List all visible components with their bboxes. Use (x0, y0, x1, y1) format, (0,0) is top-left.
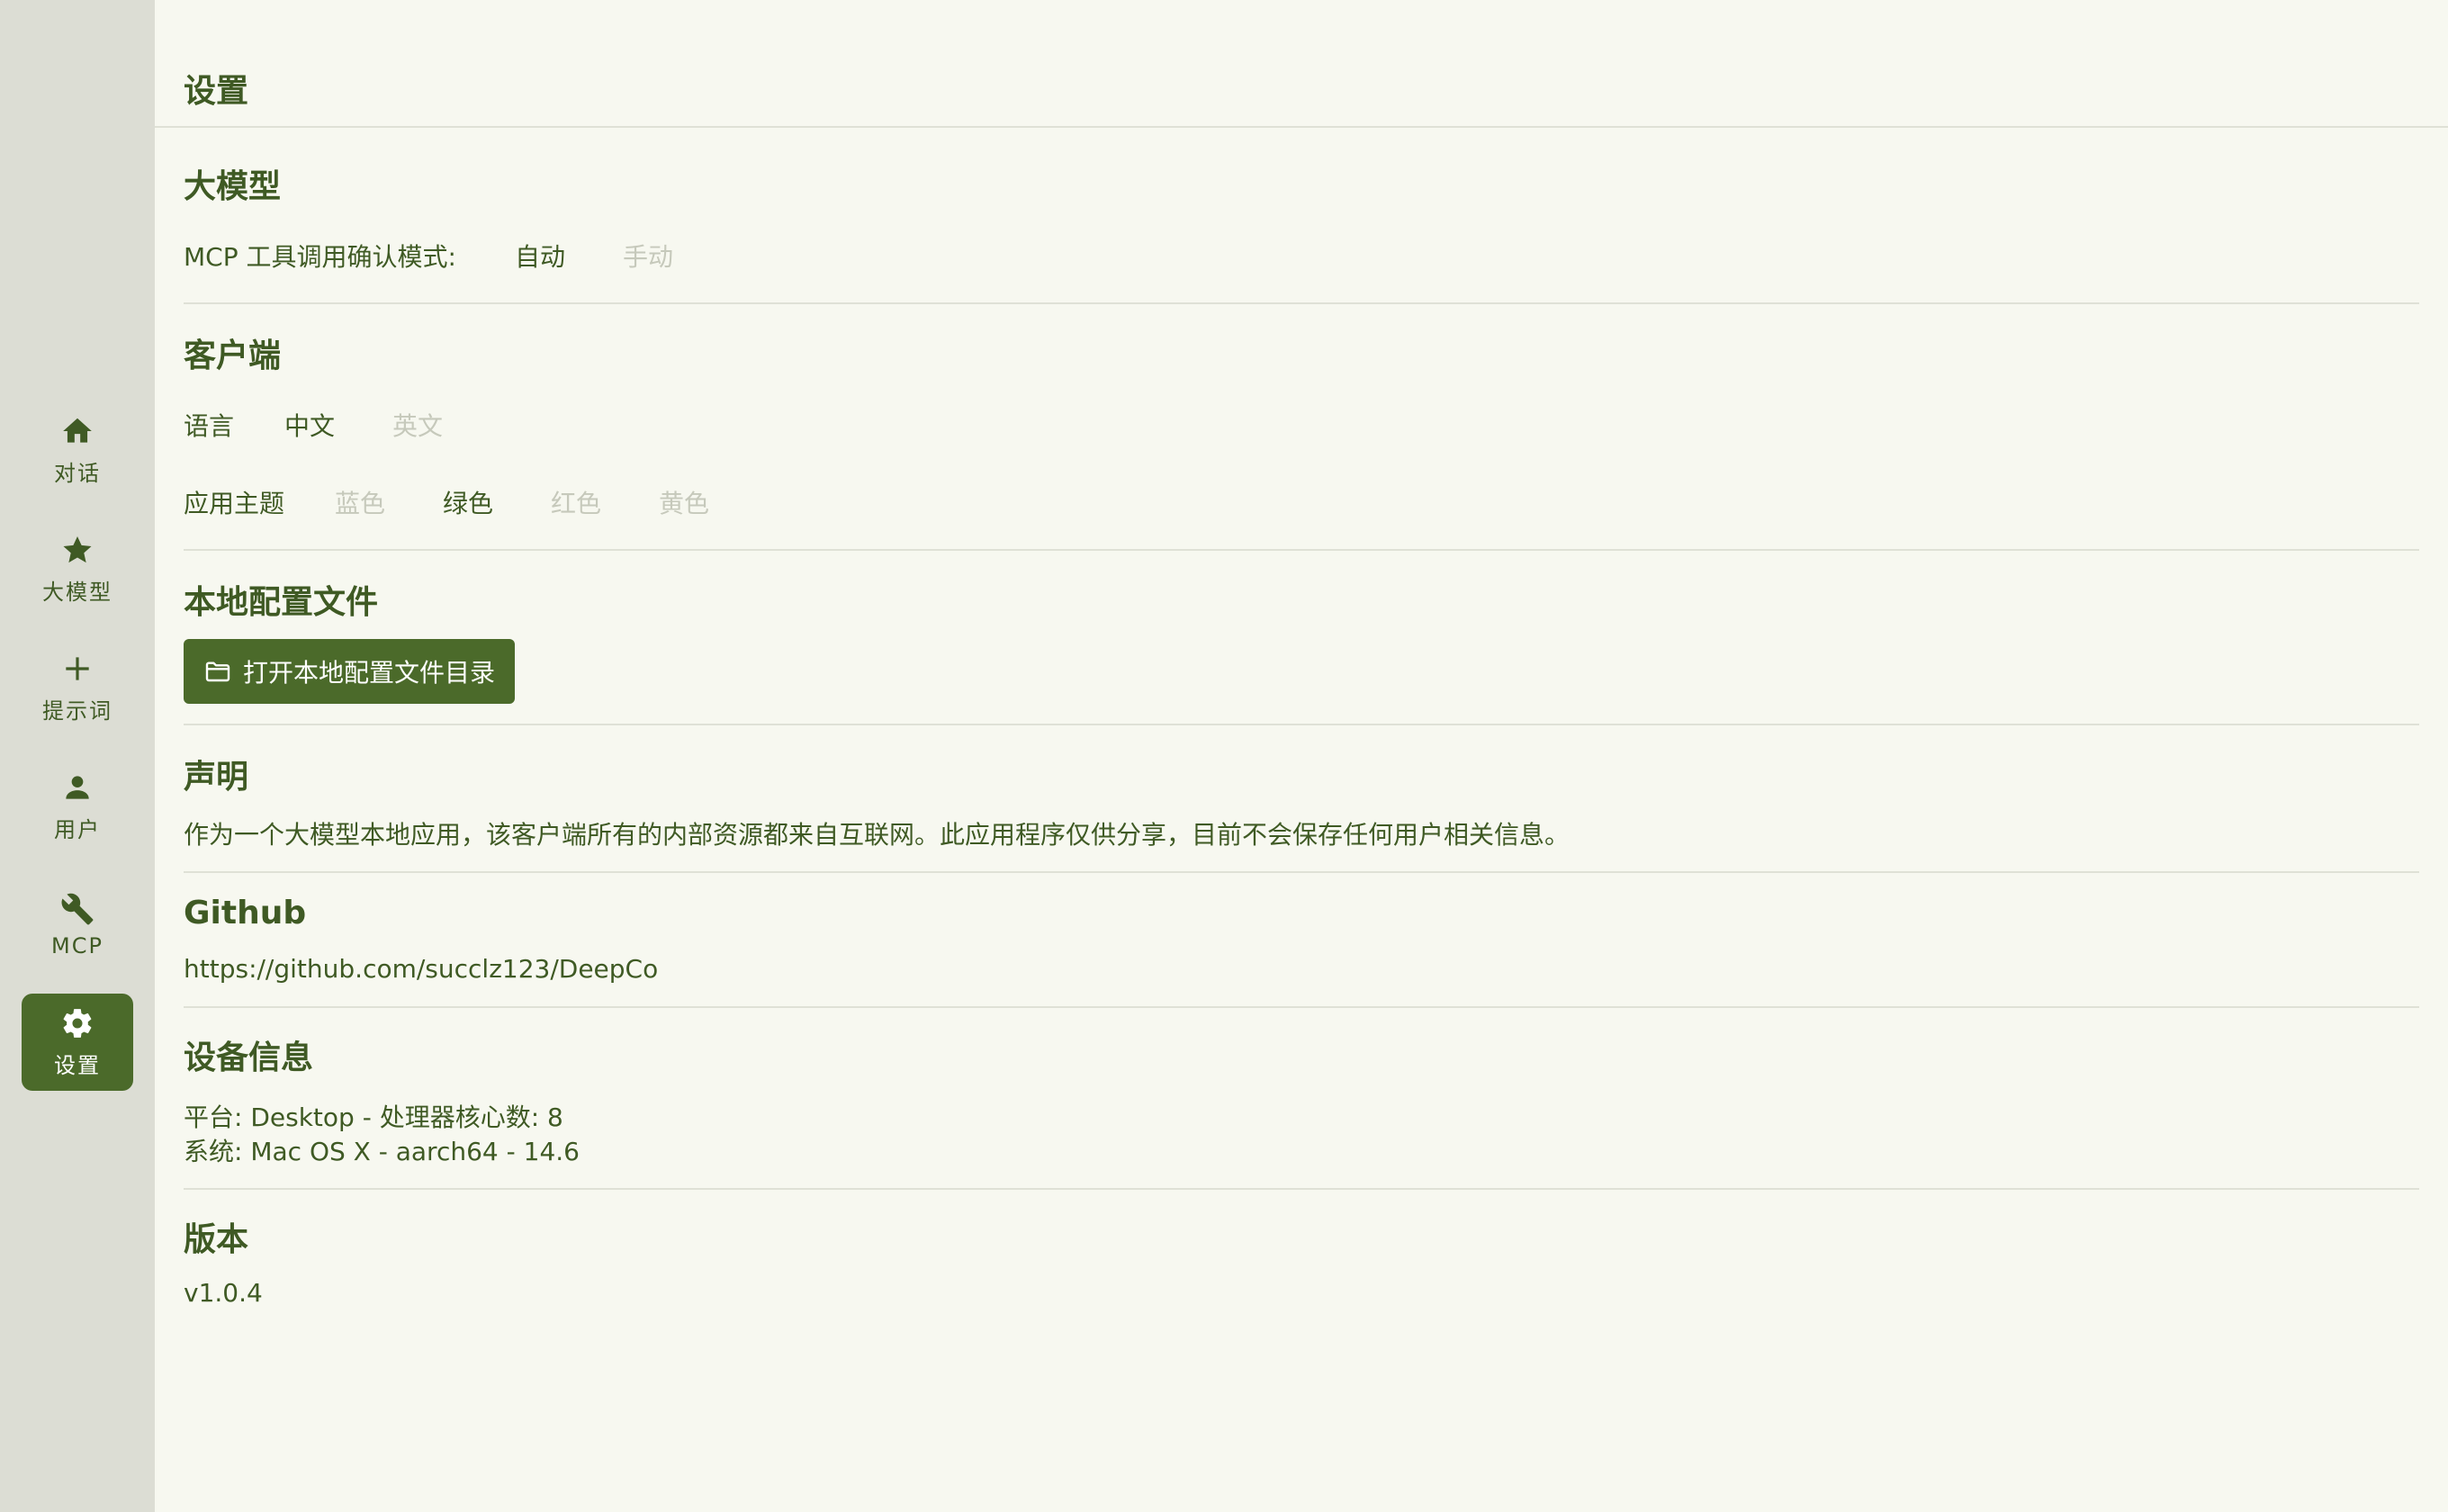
divider (184, 549, 2419, 551)
mcp-confirm-label: MCP 工具调用确认模式: (184, 242, 456, 272)
open-config-dir-button[interactable]: 打开本地配置文件目录 (184, 639, 515, 704)
theme-option-green[interactable]: 绿色 (443, 484, 493, 520)
divider (184, 724, 2419, 725)
settings-page: 设置 大模型 MCP 工具调用确认模式: 自动 手动 客户端 语言 中文 英文 … (155, 0, 2448, 1512)
sidebar-item-label: MCP (51, 933, 104, 958)
section-heading-device: 设备信息 (184, 1040, 314, 1076)
section-heading-statement: 声明 (184, 759, 249, 796)
sidebar-item-chat[interactable]: 对话 (22, 401, 133, 499)
sidebar-item-prompts[interactable]: 提示词 (22, 639, 133, 736)
section-heading-version: 版本 (184, 1221, 249, 1258)
section-heading-github: Github (184, 895, 307, 932)
divider (155, 126, 2448, 128)
divider (184, 871, 2419, 873)
app-window: 对话 大模型 提示词 用户 MCP 设置 设置 大模型 MCP 工具调用确认模式… (0, 0, 2448, 1512)
folder-icon (205, 662, 230, 682)
theme-label: 应用主题 (184, 489, 285, 518)
person-icon (66, 775, 89, 799)
plus-icon (66, 656, 89, 680)
section-heading-local-config: 本地配置文件 (184, 584, 379, 621)
sidebar-item-label: 对话 (54, 460, 101, 486)
star-icon (63, 536, 92, 562)
mcp-option-auto[interactable]: 自动 (515, 238, 565, 274)
gear-icon (63, 1008, 92, 1038)
sidebar-item-label: 设置 (54, 1052, 101, 1078)
theme-option-red[interactable]: 红色 (551, 484, 601, 520)
divider (184, 1006, 2419, 1008)
sidebar: 对话 大模型 提示词 用户 MCP 设置 (0, 0, 155, 1512)
language-option-chinese[interactable]: 中文 (284, 407, 335, 443)
language-label: 语言 (184, 411, 235, 441)
device-platform: 平台: Desktop - 处理器核心数: 8 (184, 1102, 563, 1132)
divider (184, 302, 2419, 304)
version-value: v1.0.4 (184, 1278, 263, 1308)
wrench-icon (61, 893, 94, 925)
sidebar-item-label: 提示词 (42, 698, 112, 724)
language-option-english[interactable]: 英文 (392, 407, 443, 443)
home-icon (63, 418, 92, 443)
sidebar-item-label: 大模型 (42, 579, 112, 605)
divider (184, 1188, 2419, 1190)
statement-text: 作为一个大模型本地应用，该客户端所有的内部资源都来自互联网。此应用程序仅供分享，… (184, 820, 1570, 850)
theme-option-blue[interactable]: 蓝色 (335, 484, 385, 520)
sidebar-item-mcp[interactable]: MCP (22, 877, 133, 974)
sidebar-item-label: 用户 (54, 816, 101, 842)
github-link[interactable]: https://github.com/succlz123/DeepCo (184, 954, 658, 984)
sidebar-item-models[interactable]: 大模型 (22, 520, 133, 617)
device-system: 系统: Mac OS X - aarch64 - 14.6 (184, 1137, 580, 1166)
section-heading-llm: 大模型 (184, 168, 282, 205)
mcp-option-manual[interactable]: 手动 (623, 238, 673, 274)
sidebar-item-settings[interactable]: 设置 (22, 994, 133, 1091)
section-heading-client: 客户端 (184, 338, 282, 374)
page-title: 设置 (184, 73, 249, 110)
sidebar-item-users[interactable]: 用户 (22, 758, 133, 855)
open-config-dir-label: 打开本地配置文件目录 (242, 658, 495, 688)
theme-option-yellow[interactable]: 黄色 (659, 484, 709, 520)
